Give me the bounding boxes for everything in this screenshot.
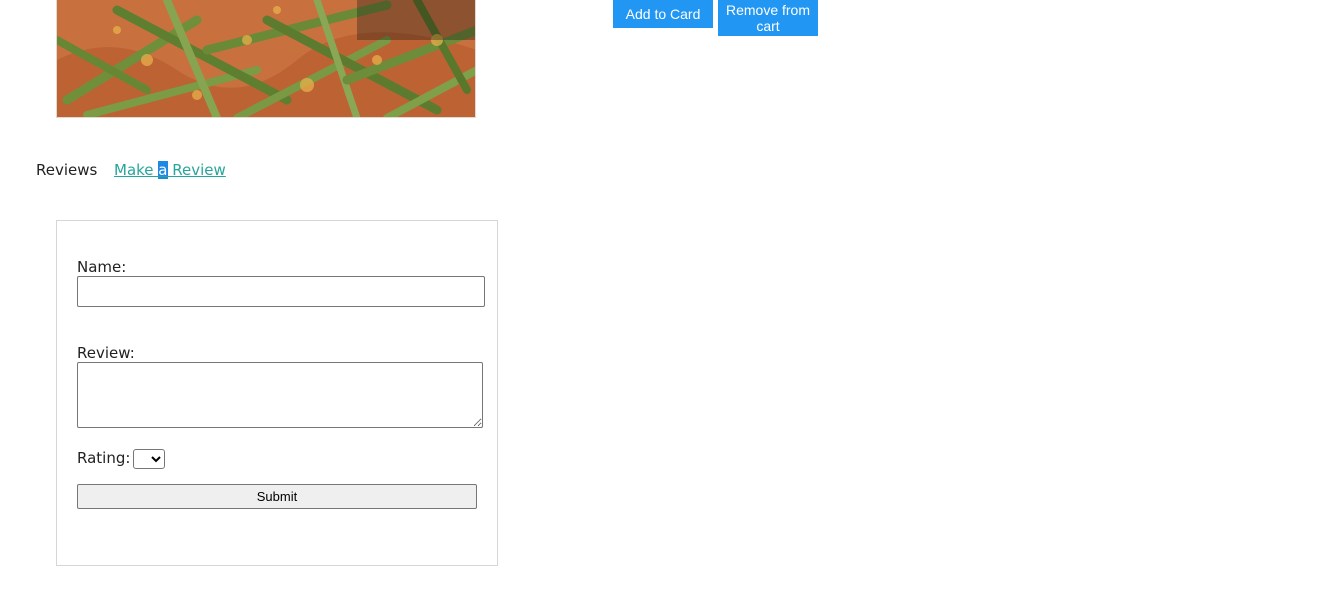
rating-select[interactable] (133, 449, 165, 469)
tab-make-a-review-selection: a (158, 161, 168, 179)
tab-make-a-review[interactable]: Make a Review (114, 161, 226, 179)
tab-reviews[interactable]: Reviews (36, 161, 97, 179)
page: Add to Card Remove from cart Reviews Mak… (0, 0, 1343, 616)
remove-from-cart-button[interactable]: Remove from cart (718, 0, 818, 36)
tab-make-a-review-text-end: Review (167, 161, 226, 179)
review-textarea[interactable] (77, 362, 483, 428)
rating-label: Rating: (77, 449, 131, 467)
submit-button[interactable]: Submit (77, 484, 477, 509)
add-to-cart-button[interactable]: Add to Card (613, 0, 713, 28)
review-label: Review: (77, 344, 135, 362)
product-image (56, 0, 476, 118)
review-form: Name: Review: Rating: Submit (56, 220, 498, 566)
tab-make-a-review-text-start: Make (114, 161, 159, 179)
green-beans-illustration (57, 0, 475, 117)
review-tabs: Reviews Make a Review (36, 161, 226, 179)
name-input[interactable] (77, 276, 485, 307)
name-label: Name: (77, 258, 127, 276)
